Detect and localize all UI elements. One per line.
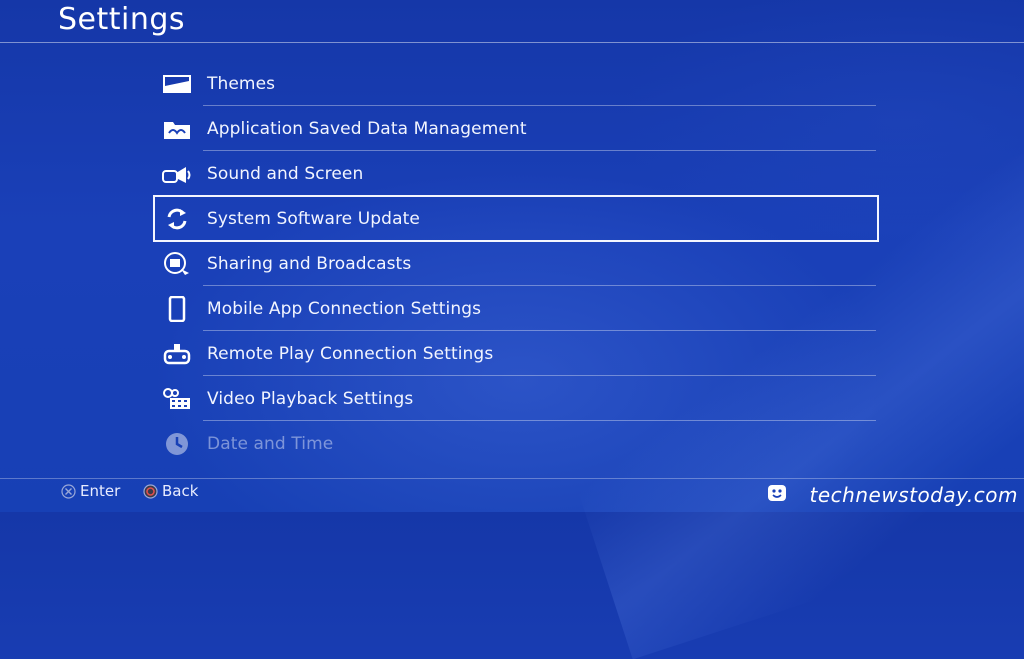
sound-screen-icon — [162, 159, 192, 189]
menu-item-label: Sharing and Broadcasts — [207, 253, 412, 274]
cross-button-icon — [61, 483, 76, 499]
menu-item-saved-data[interactable]: Application Saved Data Management — [154, 106, 878, 151]
menu-item-date-time[interactable]: Date and Time — [154, 421, 878, 466]
settings-menu: Themes Application Saved Data Management… — [153, 61, 879, 466]
themes-icon — [162, 69, 192, 99]
menu-item-label: Sound and Screen — [207, 163, 364, 184]
enter-hint: Enter — [61, 482, 120, 500]
footer-divider — [0, 478, 1024, 479]
menu-item-label: Remote Play Connection Settings — [207, 343, 494, 364]
clock-icon — [162, 429, 192, 459]
remote-play-icon — [162, 339, 192, 369]
back-hint: Back — [143, 482, 198, 500]
menu-item-label: Application Saved Data Management — [207, 118, 527, 139]
menu-item-sharing-broadcasts[interactable]: Sharing and Broadcasts — [154, 241, 878, 286]
menu-item-remote-play-connection[interactable]: Remote Play Connection Settings — [154, 331, 878, 376]
title-divider — [0, 42, 1024, 43]
video-playback-icon — [162, 384, 192, 414]
menu-item-mobile-app-connection[interactable]: Mobile App Connection Settings — [154, 286, 878, 331]
menu-item-label: Mobile App Connection Settings — [207, 298, 482, 319]
circle-button-icon — [143, 483, 158, 499]
smiley-face-icon — [767, 484, 787, 502]
menu-item-themes[interactable]: Themes — [154, 61, 878, 106]
saved-data-folder-icon — [162, 114, 192, 144]
watermark-text: technewstoday.com — [809, 483, 1018, 507]
enter-label: Enter — [80, 482, 121, 500]
menu-item-label: Themes — [207, 73, 276, 94]
menu-item-label: System Software Update — [207, 208, 420, 229]
menu-item-label: Date and Time — [207, 433, 334, 454]
page-title: Settings — [58, 2, 186, 37]
back-label: Back — [162, 482, 199, 500]
menu-item-system-software-update[interactable]: System Software Update — [153, 195, 879, 242]
menu-item-sound-screen[interactable]: Sound and Screen — [154, 151, 878, 196]
menu-item-video-playback[interactable]: Video Playback Settings — [154, 376, 878, 421]
update-refresh-icon — [162, 204, 192, 234]
sharing-icon — [162, 249, 192, 279]
menu-item-label: Video Playback Settings — [207, 388, 414, 409]
mobile-phone-icon — [162, 294, 192, 324]
